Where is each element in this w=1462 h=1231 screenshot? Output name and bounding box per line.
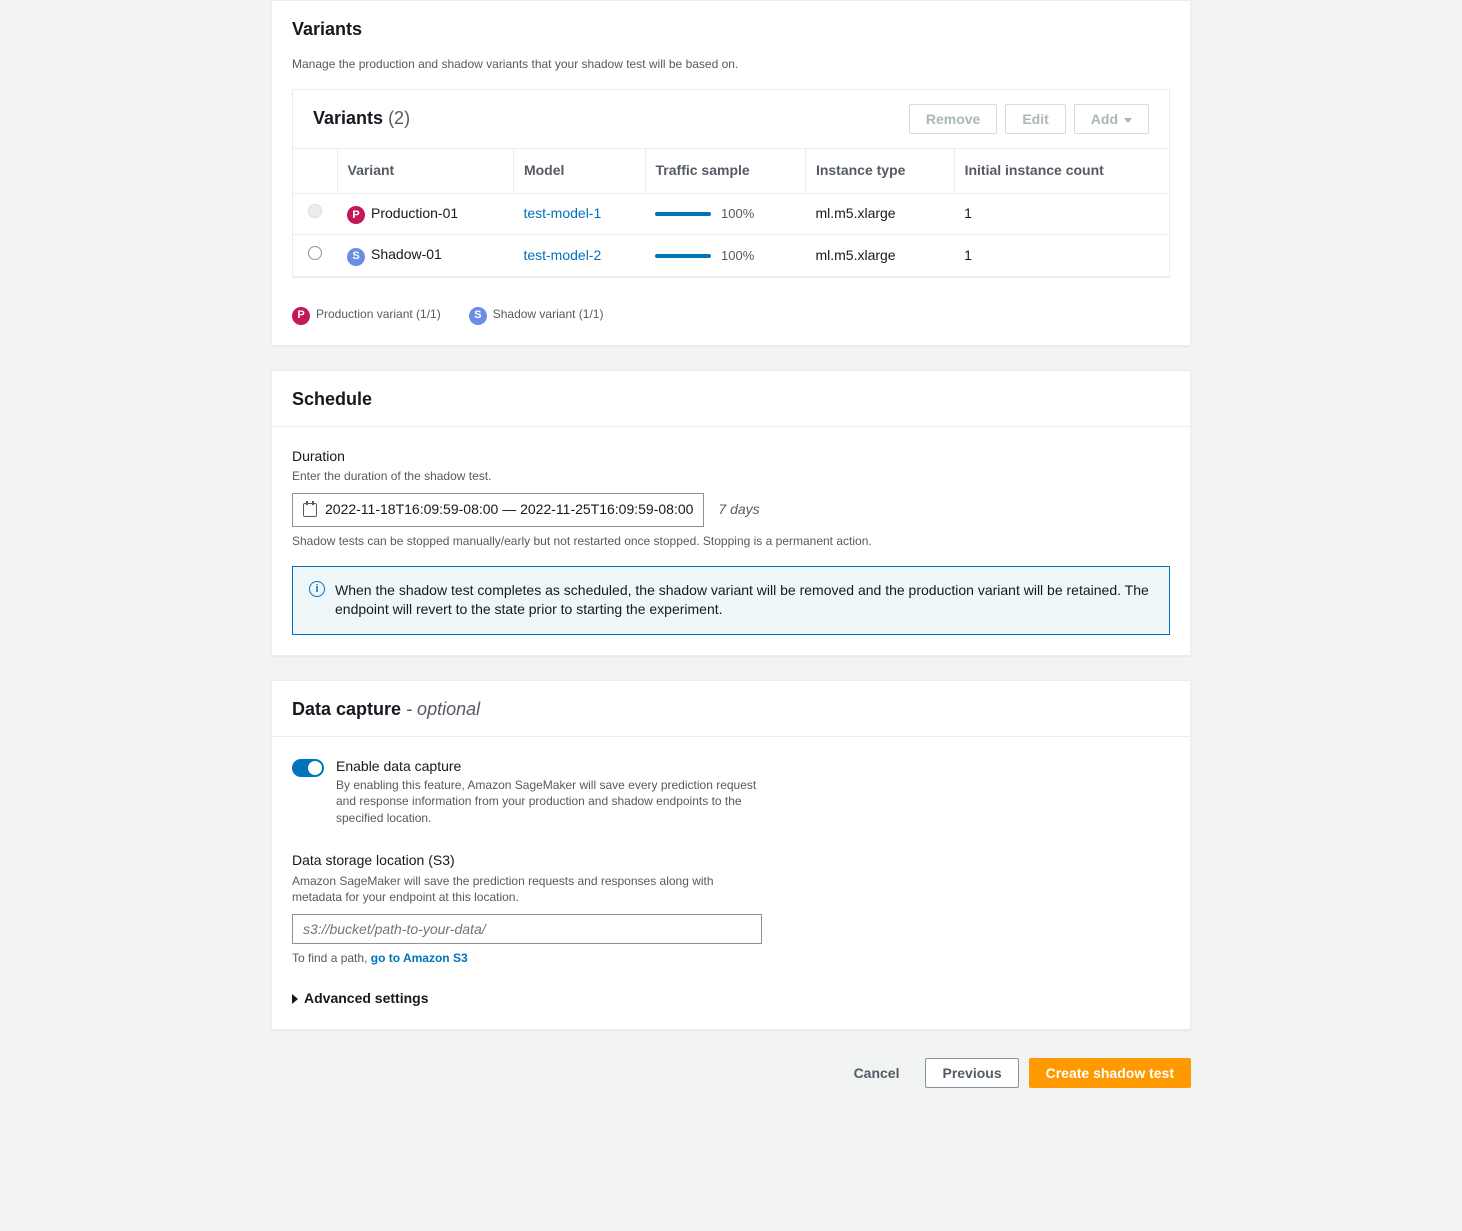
variant-name: Shadow-01 [371, 246, 442, 262]
s3-location-input[interactable] [292, 914, 762, 944]
model-link[interactable]: test-model-1 [523, 205, 601, 221]
variants-table: Variant Model Traffic sample Instance ty… [293, 148, 1169, 277]
variants-count: (2) [388, 108, 410, 128]
instance-type: ml.m5.xlarge [805, 235, 954, 277]
chevron-down-icon [1124, 118, 1132, 123]
toggle-help: By enabling this feature, Amazon SageMak… [336, 777, 766, 827]
col-initial-count: Initial instance count [954, 148, 1169, 193]
variants-card-title: Variants [313, 108, 383, 128]
duration-value: 2022-11-18T16:09:59-08:00 — 2022-11-25T1… [325, 500, 693, 520]
col-variant: Variant [337, 148, 513, 193]
variants-description: Manage the production and shadow variant… [272, 56, 1190, 89]
advanced-settings-expander[interactable]: Advanced settings [292, 989, 1170, 1009]
instance-count: 1 [954, 193, 1169, 235]
variant-name: Production-01 [371, 205, 458, 221]
schedule-info-alert: i When the shadow test completes as sche… [292, 566, 1170, 635]
col-instance-type: Instance type [805, 148, 954, 193]
traffic-bar [655, 212, 711, 216]
cancel-button[interactable]: Cancel [838, 1058, 916, 1088]
toggle-label: Enable data capture [336, 757, 766, 777]
table-row: S Shadow-01 test-model-2 100% ml.m5.xlarge1 [293, 235, 1169, 277]
variant-badge-icon: P [347, 206, 365, 224]
enable-data-capture-toggle[interactable] [292, 759, 324, 777]
schedule-heading: Schedule [292, 387, 1170, 412]
info-icon: i [309, 581, 325, 597]
go-to-s3-link[interactable]: go to Amazon S3 [371, 951, 468, 965]
duration-label: Duration [292, 447, 1170, 467]
footer-actions: Cancel Previous Create shadow test [271, 1054, 1191, 1108]
variants-card: Variants (2) Remove Edit Add Variant [292, 89, 1170, 278]
previous-button[interactable]: Previous [925, 1058, 1018, 1088]
data-capture-panel: Data capture - optional Enable data capt… [271, 680, 1191, 1030]
row-radio[interactable] [308, 246, 322, 260]
legend-shadow: Shadow variant (1/1) [493, 307, 604, 321]
model-link[interactable]: test-model-2 [523, 247, 601, 263]
production-badge-icon: P [292, 307, 310, 325]
variants-heading: Variants [292, 17, 1170, 42]
caret-right-icon [292, 994, 298, 1004]
row-radio-disabled [308, 204, 322, 218]
traffic-value: 100% [721, 248, 754, 263]
col-traffic: Traffic sample [645, 148, 805, 193]
traffic-value: 100% [721, 206, 754, 221]
traffic-bar [655, 254, 711, 258]
schedule-info-text: When the shadow test completes as schedu… [335, 581, 1153, 620]
instance-count: 1 [954, 235, 1169, 277]
duration-help: Enter the duration of the shadow test. [292, 468, 1170, 485]
stop-hint: Shadow tests can be stopped manually/ear… [292, 533, 1170, 550]
col-model: Model [513, 148, 645, 193]
instance-type: ml.m5.xlarge [805, 193, 954, 235]
duration-days: 7 days [718, 500, 759, 520]
schedule-panel: Schedule Duration Enter the duration of … [271, 370, 1191, 656]
variants-legend: P Production variant (1/1) S Shadow varian… [272, 294, 1190, 345]
add-button[interactable]: Add [1074, 104, 1149, 134]
calendar-icon [303, 503, 317, 517]
shadow-badge-icon: S [469, 307, 487, 325]
remove-button[interactable]: Remove [909, 104, 997, 134]
location-help: Amazon SageMaker will save the predictio… [292, 873, 732, 907]
legend-production: Production variant (1/1) [316, 307, 441, 321]
table-row: P Production-01 test-model-1 100% ml.m5.xlar… [293, 193, 1169, 235]
create-shadow-test-button[interactable]: Create shadow test [1029, 1058, 1191, 1088]
variant-badge-icon: S [347, 248, 365, 266]
duration-input[interactable]: 2022-11-18T16:09:59-08:00 — 2022-11-25T1… [292, 493, 704, 527]
find-path-prefix: To find a path, [292, 951, 367, 965]
edit-button[interactable]: Edit [1005, 104, 1065, 134]
variants-panel: Variants Manage the production and shado… [271, 0, 1191, 346]
optional-label: - optional [406, 699, 480, 719]
location-label: Data storage location (S3) [292, 851, 1170, 871]
data-capture-heading: Data capture [292, 699, 401, 719]
advanced-settings-label: Advanced settings [304, 989, 428, 1009]
